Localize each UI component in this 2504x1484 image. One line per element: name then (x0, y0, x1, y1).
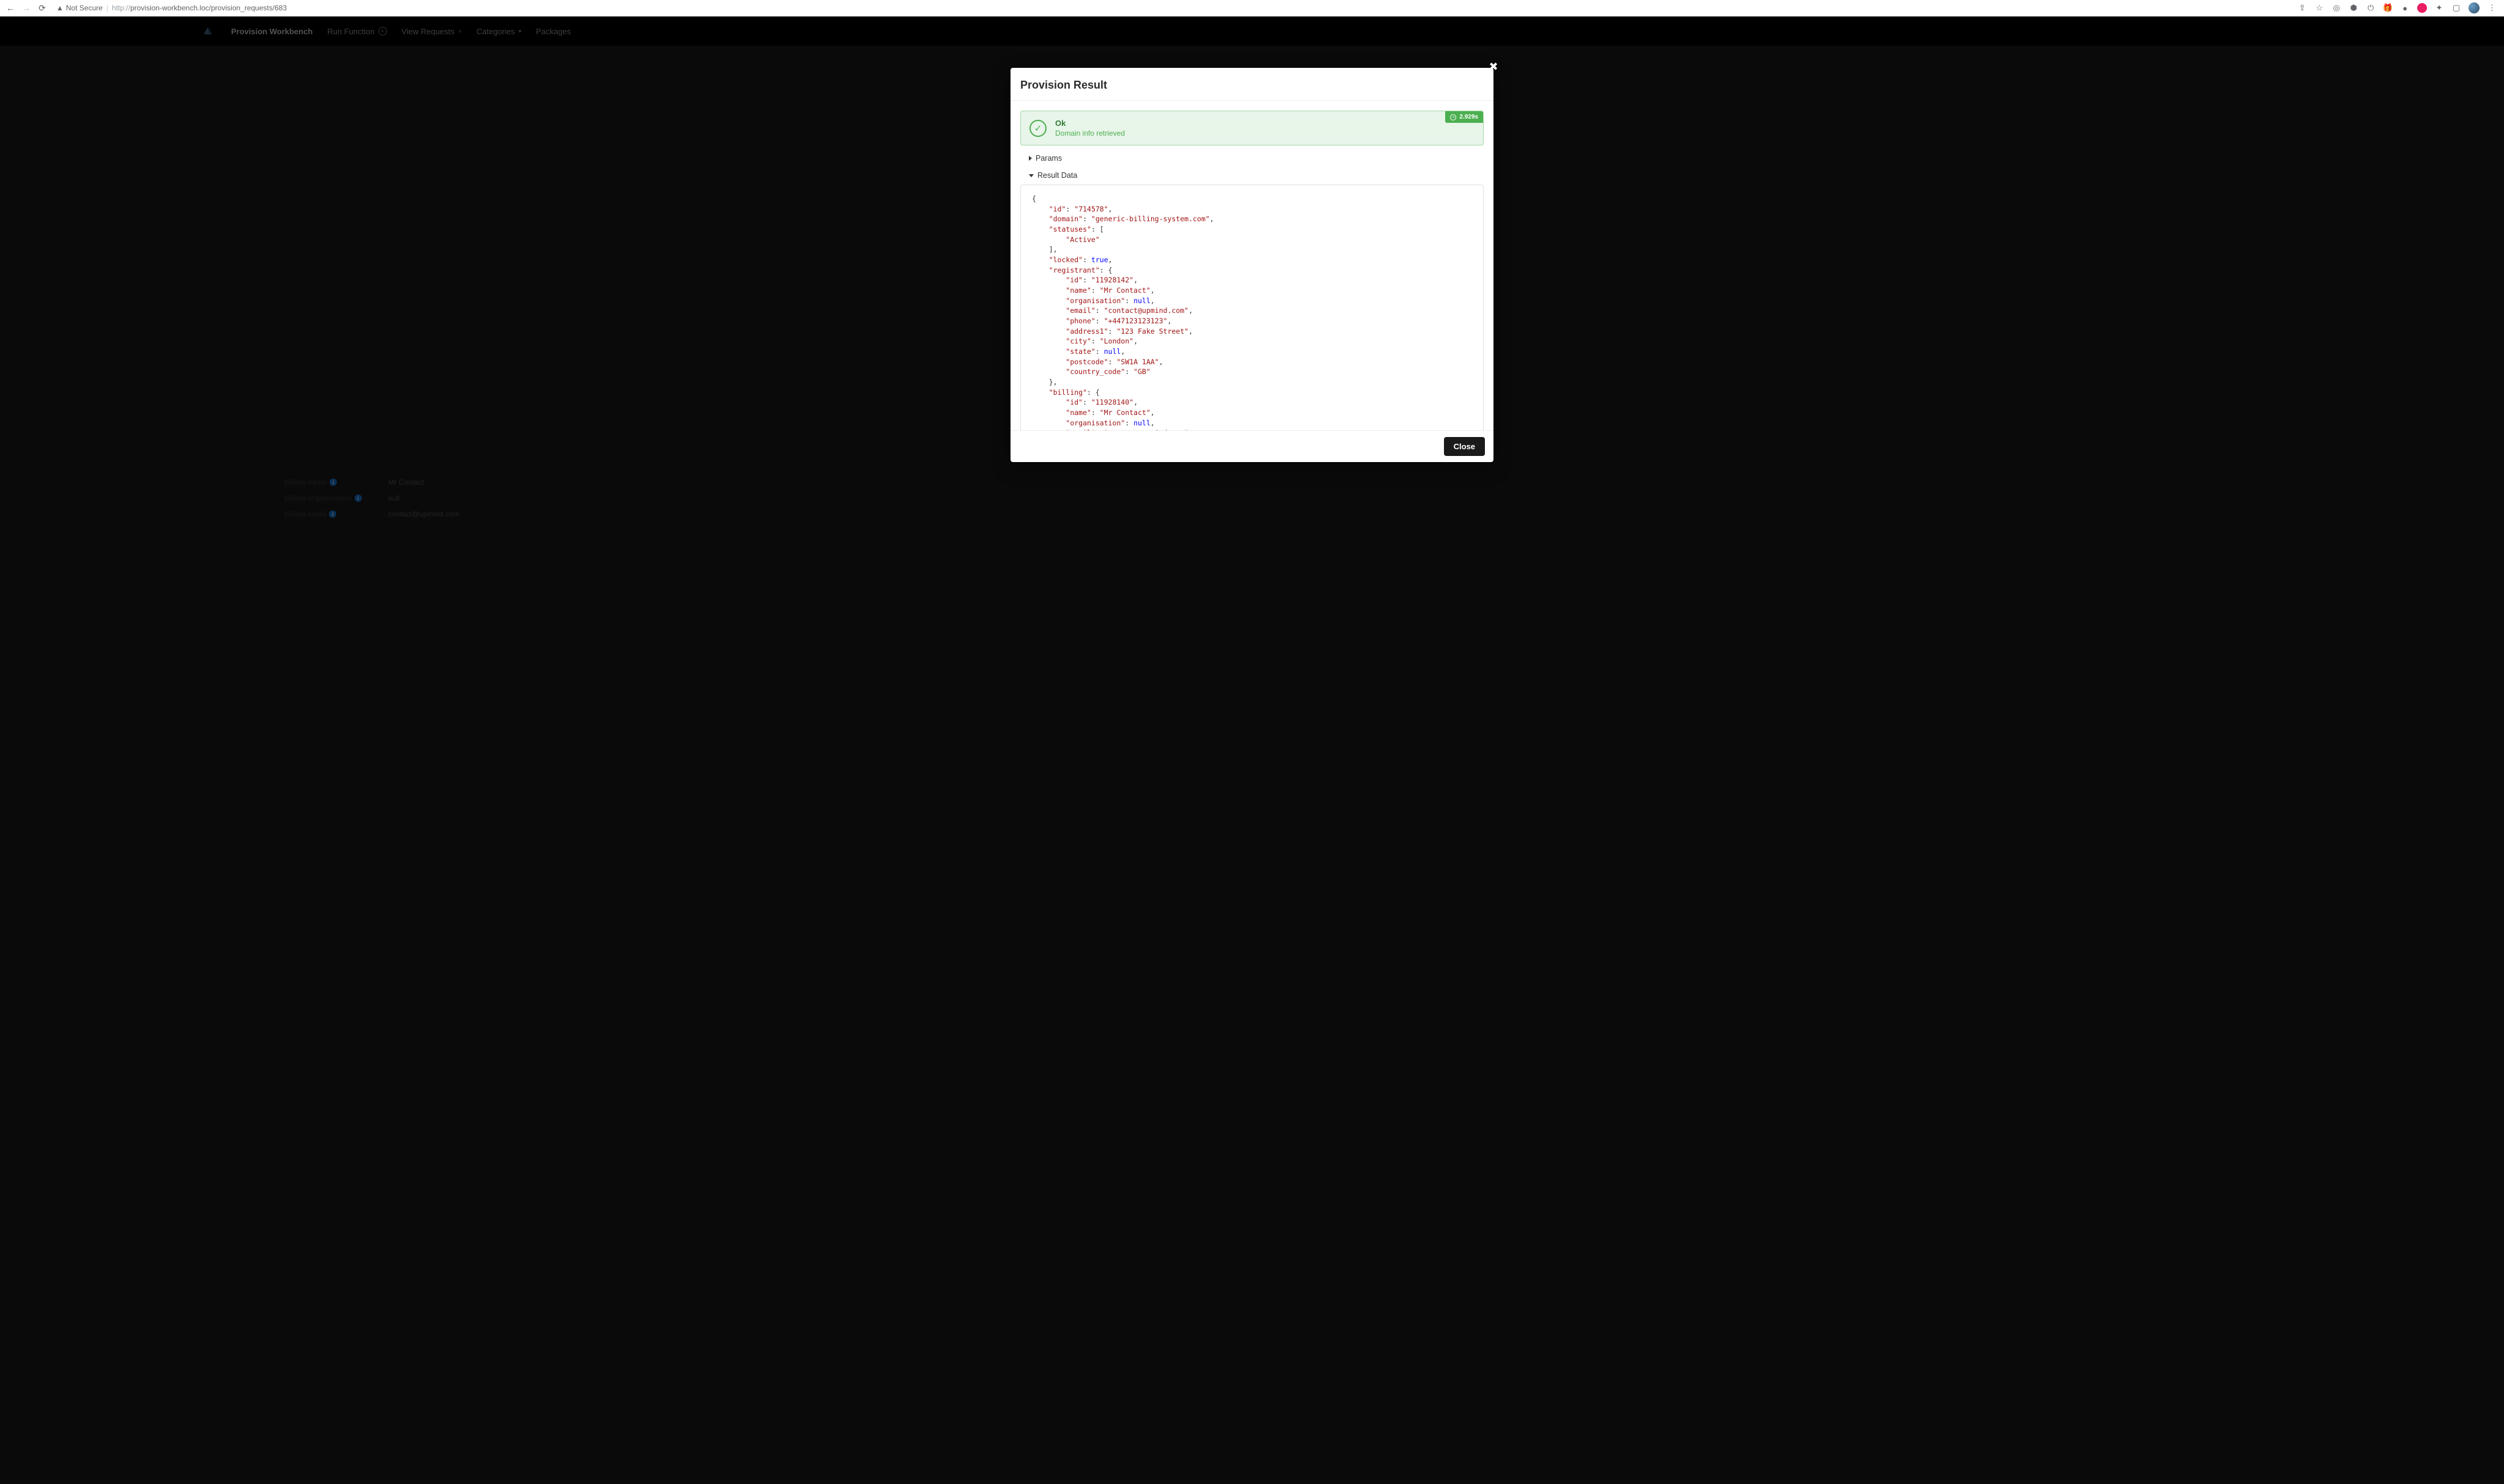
browser-chrome: ← → ⟳ ▲ Not Secure | http://provision-wo… (0, 0, 2504, 17)
menu-icon[interactable]: ⋮ (2487, 3, 2497, 13)
modal-title: Provision Result (1020, 79, 1484, 92)
status-message: Domain info retrieved (1055, 129, 1125, 138)
addr-separator: | (106, 4, 108, 12)
not-secure-label: Not Secure (66, 4, 103, 12)
timing-value: 2.929s (1459, 114, 1478, 120)
url-text: http://provision-workbench.loc/provision… (112, 4, 287, 12)
result-data-label: Result Data (1037, 171, 1077, 180)
params-disclosure[interactable]: Params (1029, 154, 1484, 163)
modal-body[interactable]: ✓ Ok Domain info retrieved 2.929s Params… (1011, 101, 1493, 430)
modal-close-button[interactable]: ✖ (1487, 61, 1500, 73)
not-secure-badge: ▲ Not Secure (56, 4, 103, 12)
reload-button[interactable]: ⟳ (37, 2, 48, 13)
timing-badge: 2.929s (1445, 111, 1483, 123)
warning-icon: ▲ (56, 4, 64, 12)
clock-icon (1450, 114, 1456, 120)
modal-overlay[interactable]: ✖ Provision Result ✓ Ok Domain info retr… (0, 17, 2504, 1484)
pink-ext-icon[interactable] (2417, 3, 2427, 13)
chevron-down-icon (1029, 174, 1034, 177)
close-button[interactable]: Close (1444, 437, 1485, 456)
power-icon[interactable]: ⏻ (2366, 3, 2376, 13)
extension-icon[interactable]: ◎ (2332, 3, 2341, 13)
modal-footer: Close (1011, 430, 1493, 462)
status-box: ✓ Ok Domain info retrieved 2.929s (1020, 111, 1484, 145)
provision-result-modal: ✖ Provision Result ✓ Ok Domain info retr… (1011, 68, 1493, 462)
extensions-icon[interactable]: ✦ (2434, 3, 2444, 13)
status-text: Ok Domain info retrieved (1055, 119, 1125, 138)
check-icon: ✓ (1029, 120, 1047, 137)
chevron-right-icon (1029, 156, 1032, 161)
gift-icon[interactable]: 🎁 (2383, 3, 2393, 13)
result-data-disclosure[interactable]: Result Data (1029, 171, 1484, 180)
bookmark-icon[interactable]: ☆ (2314, 3, 2324, 13)
panel-icon[interactable]: ▢ (2451, 3, 2461, 13)
back-button[interactable]: ← (5, 2, 16, 13)
share-icon[interactable]: ⇪ (2297, 3, 2307, 13)
chrome-toolbar-icons: ⇪ ☆ ◎ ⬢ ⏻ 🎁 ● ✦ ▢ ⋮ (2297, 2, 2499, 13)
result-json-code[interactable]: { "id": "714578", "domain": "generic-bil… (1020, 185, 1484, 430)
sync-icon[interactable]: ● (2400, 3, 2410, 13)
forward-button[interactable]: → (21, 2, 32, 13)
status-title: Ok (1055, 119, 1125, 128)
address-bar[interactable]: ▲ Not Secure | http://provision-workbenc… (53, 4, 2292, 12)
shield-icon[interactable]: ⬢ (2349, 3, 2359, 13)
profile-avatar[interactable] (2469, 2, 2480, 13)
params-label: Params (1036, 154, 1062, 163)
modal-header: Provision Result (1011, 68, 1493, 101)
